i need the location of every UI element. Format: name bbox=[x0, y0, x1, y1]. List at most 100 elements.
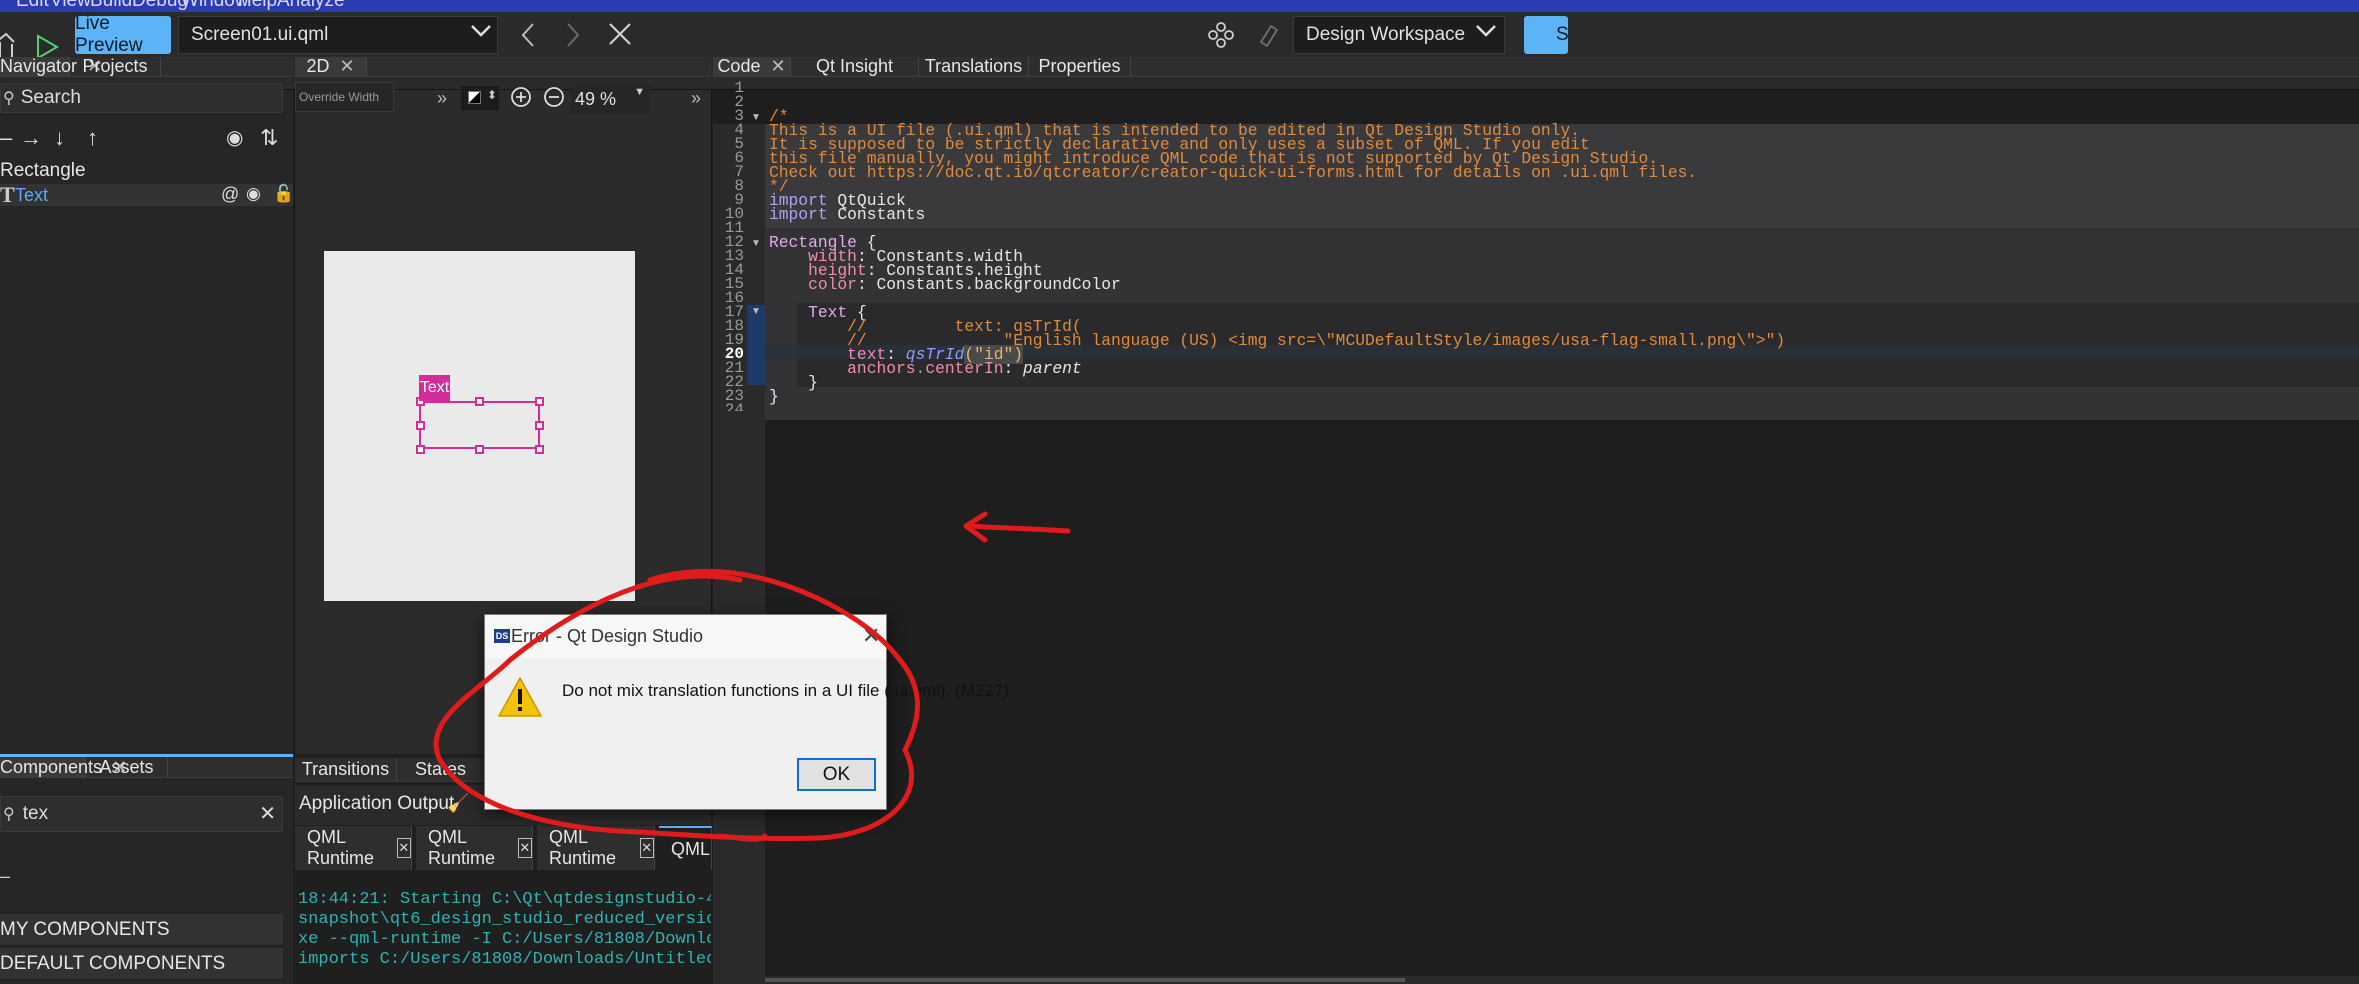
override-width-input[interactable]: Override Width bbox=[295, 82, 394, 112]
back-icon[interactable] bbox=[520, 22, 536, 53]
chevron-down-icon[interactable] bbox=[470, 24, 492, 43]
tab-states[interactable]: States bbox=[397, 758, 485, 781]
code-block-bg bbox=[765, 396, 2359, 420]
zoom-selector[interactable]: 49 % ▼ bbox=[571, 85, 651, 113]
workspace-selector[interactable]: Design Workspace bbox=[1293, 16, 1505, 54]
navigator-search[interactable]: ⚲ Search bbox=[0, 83, 283, 113]
resize-handle[interactable] bbox=[535, 421, 544, 430]
visibility-filter-icon[interactable]: ◉ bbox=[226, 125, 243, 150]
tab-navigator[interactable]: Navigator ✕ bbox=[0, 56, 102, 76]
tab-transitions[interactable]: Transitions bbox=[295, 758, 397, 781]
warning-icon bbox=[497, 676, 543, 723]
runtime-tab-label: QML Ru bbox=[671, 838, 711, 859]
resize-handle[interactable] bbox=[416, 421, 425, 430]
scrollbar-thumb[interactable] bbox=[765, 978, 1405, 982]
component-search-icon: ⚲ bbox=[3, 806, 15, 823]
zoom-out-icon[interactable] bbox=[543, 86, 565, 113]
output-line: imports C:/Users/81808/Downloads/Untitle… bbox=[298, 950, 711, 969]
runtime-tab-active[interactable]: QML Ru bbox=[659, 826, 712, 870]
tree-item-text[interactable]: T Text @ ◉ 🔓 bbox=[0, 182, 294, 207]
tab-qt-insight-label: Qt Insight bbox=[815, 56, 894, 76]
zoom-selector-value: 49 % bbox=[575, 88, 617, 109]
tab-code-label: Code bbox=[717, 56, 761, 76]
view-2d-tabbar: 2D ✕ bbox=[295, 56, 711, 77]
tab-navigator-label: Navigator bbox=[0, 56, 78, 76]
tab-components[interactable]: Components ✕ bbox=[0, 757, 127, 777]
overflow-right-icon[interactable]: » bbox=[691, 88, 701, 109]
output-log: 18:44:21: Starting C:\Qt\qtdesignstudio-… bbox=[295, 872, 711, 984]
search-icon: ⚲ bbox=[3, 90, 15, 107]
tab-qt-insight[interactable]: Qt Insight bbox=[791, 56, 919, 76]
close-document-icon[interactable] bbox=[608, 22, 632, 51]
property-value: parent bbox=[1023, 359, 1082, 378]
unlock-icon[interactable]: 🔓 bbox=[273, 184, 294, 204]
overflow-icon[interactable]: » bbox=[437, 88, 447, 109]
workspace-graph-icon[interactable] bbox=[1208, 22, 1234, 53]
components-tabbar: Components ✕ Assets bbox=[0, 754, 293, 778]
runtime-tab[interactable]: QML Runtime ✕ bbox=[416, 826, 533, 870]
runtime-tab-label: QML Runtime bbox=[549, 827, 617, 868]
tab-2d[interactable]: 2D ✕ bbox=[295, 56, 367, 77]
editor-tabbar: Code ✕ Qt Insight Translations Properties bbox=[713, 56, 2359, 77]
editor-horizontal-scrollbar[interactable] bbox=[765, 976, 2359, 984]
tab-projects[interactable]: Projects bbox=[70, 56, 161, 76]
menu-view[interactable]: View bbox=[50, 0, 91, 12]
runtime-tab[interactable]: QML Runtime ✕ bbox=[537, 826, 655, 870]
section-default-components[interactable]: DEFAULT COMPONENTS bbox=[0, 948, 283, 980]
clean-output-icon[interactable]: 🧹 bbox=[447, 793, 469, 814]
zoom-in-icon[interactable] bbox=[510, 86, 532, 113]
selected-text-item[interactable] bbox=[419, 401, 540, 449]
file-selector[interactable]: Screen01.ui.qml bbox=[178, 16, 498, 54]
runtime-tab-label: QML Runtime bbox=[428, 827, 496, 868]
arrow-up-icon[interactable]: ↑ bbox=[87, 125, 98, 151]
forward-icon[interactable] bbox=[565, 22, 581, 53]
tab-properties[interactable]: Properties bbox=[1029, 56, 1131, 76]
sort-icon[interactable]: ⇅ bbox=[260, 125, 278, 151]
live-preview-button[interactable]: Live Preview bbox=[75, 13, 171, 56]
section-my-components[interactable]: MY COMPONENTS bbox=[0, 914, 283, 946]
fold-arrow-icon[interactable]: ▼ bbox=[751, 306, 761, 317]
resize-handle[interactable] bbox=[535, 445, 544, 454]
clear-search-icon[interactable]: ✕ bbox=[259, 801, 276, 826]
menu-build[interactable]: Build bbox=[90, 0, 132, 12]
tab-translations[interactable]: Translations bbox=[919, 56, 1029, 76]
close-2d-icon[interactable]: ✕ bbox=[339, 56, 354, 77]
qt-design-studio-window: Edit View Build Debug Window Help Analyz… bbox=[0, 0, 2359, 984]
tree-item-rectangle[interactable]: Rectangle bbox=[0, 160, 293, 184]
edit-component-icon[interactable] bbox=[1255, 22, 1281, 53]
tab-states-label: States bbox=[414, 759, 467, 779]
fold-arrow-icon[interactable]: ▼ bbox=[751, 238, 761, 249]
collapse-icon[interactable]: – bbox=[0, 866, 10, 887]
close-runtime-icon[interactable]: ✕ bbox=[396, 838, 411, 858]
menu-debug[interactable]: Debug bbox=[132, 0, 188, 12]
eye-icon[interactable]: ◉ bbox=[246, 184, 261, 204]
resize-handle[interactable] bbox=[475, 445, 484, 454]
menu-analyze[interactable]: Analyze bbox=[277, 0, 345, 12]
ok-button[interactable]: OK bbox=[797, 758, 876, 791]
runtime-tab[interactable]: QML Runtime ✕ bbox=[295, 826, 412, 870]
arrow-down-icon[interactable]: ↓ bbox=[54, 125, 65, 151]
alias-icon[interactable]: @ bbox=[221, 184, 239, 205]
fold-arrow-icon[interactable]: ▼ bbox=[751, 112, 761, 123]
arrow-right-icon[interactable]: → bbox=[20, 125, 42, 151]
close-runtime-icon[interactable]: ✕ bbox=[517, 838, 532, 858]
share-button[interactable]: Sh bbox=[1524, 16, 1568, 54]
resize-handle[interactable] bbox=[535, 397, 544, 406]
menubar: Edit View Build Debug Window Help Analyz… bbox=[0, 0, 2359, 12]
resize-handle[interactable] bbox=[475, 397, 484, 406]
close-runtime-icon[interactable]: ✕ bbox=[639, 838, 654, 858]
arrow-left-icon[interactable]: – bbox=[0, 125, 12, 151]
tab-transitions-label: Transitions bbox=[301, 759, 390, 779]
resize-handle[interactable] bbox=[416, 445, 425, 454]
menu-help[interactable]: Help bbox=[238, 0, 277, 12]
background-color-picker[interactable]: ⬍ bbox=[461, 86, 499, 110]
tab-assets[interactable]: Assets bbox=[86, 757, 168, 777]
zoom-dropdown-icon: ▼ bbox=[634, 86, 645, 98]
checker-icon bbox=[468, 91, 481, 104]
close-code-icon[interactable]: ✕ bbox=[770, 56, 785, 77]
dialog-close-icon[interactable]: ✕ bbox=[862, 623, 880, 649]
tab-code[interactable]: Code ✕ bbox=[713, 56, 791, 77]
menu-edit[interactable]: Edit bbox=[16, 0, 49, 12]
components-search[interactable]: ⚲ tex ✕ bbox=[0, 796, 283, 832]
workspace-chevron-down-icon[interactable] bbox=[1475, 24, 1497, 43]
